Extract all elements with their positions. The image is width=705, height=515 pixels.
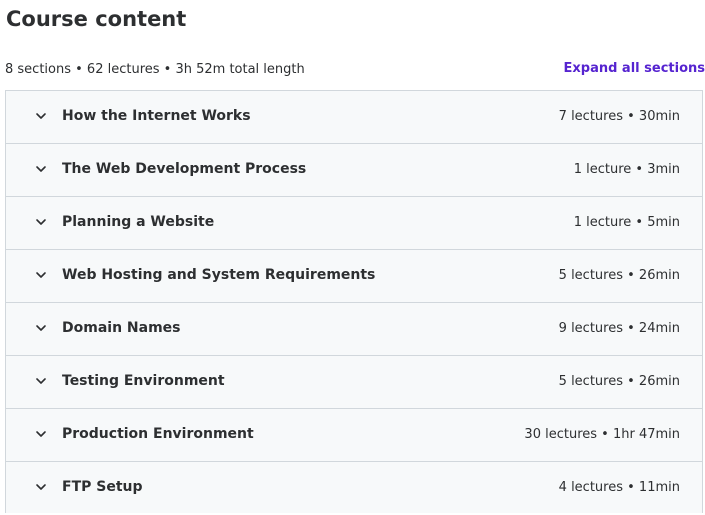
section-title: Planning a Website <box>62 214 215 230</box>
section-title: How the Internet Works <box>62 108 251 124</box>
chevron-down-icon <box>34 215 48 229</box>
section-title: Testing Environment <box>62 373 225 389</box>
page-title: Course content <box>6 7 187 31</box>
section-meta: 30 lectures • 1hr 47min <box>524 427 680 442</box>
chevron-down-icon <box>34 109 48 123</box>
section-meta: 7 lectures • 30min <box>558 109 680 124</box>
section-title: Production Environment <box>62 426 254 442</box>
section-item[interactable]: Web Hosting and System Requirements 5 le… <box>6 250 702 303</box>
chevron-down-icon <box>34 321 48 335</box>
section-item[interactable]: The Web Development Process 1 lecture • … <box>6 144 702 197</box>
chevron-down-icon <box>34 162 48 176</box>
section-meta: 5 lectures • 26min <box>558 374 680 389</box>
section-item[interactable]: Production Environment 30 lectures • 1hr… <box>6 409 702 462</box>
section-meta: 4 lectures • 11min <box>558 480 680 495</box>
section-list: How the Internet Works 7 lectures • 30mi… <box>5 90 703 513</box>
section-title: Domain Names <box>62 320 181 336</box>
section-meta: 5 lectures • 26min <box>558 268 680 283</box>
course-summary: 8 sections • 62 lectures • 3h 52m total … <box>5 62 305 77</box>
section-title: Web Hosting and System Requirements <box>62 267 376 283</box>
section-meta: 9 lectures • 24min <box>558 321 680 336</box>
section-meta: 1 lecture • 5min <box>573 215 680 230</box>
chevron-down-icon <box>34 268 48 282</box>
section-meta: 1 lecture • 3min <box>573 162 680 177</box>
course-summary-row: 8 sections • 62 lectures • 3h 52m total … <box>5 60 705 80</box>
section-item[interactable]: Planning a Website 1 lecture • 5min <box>6 197 702 250</box>
section-title: FTP Setup <box>62 479 143 495</box>
section-item[interactable]: FTP Setup 4 lectures • 11min <box>6 462 702 513</box>
expand-all-sections-button[interactable]: Expand all sections <box>564 60 705 78</box>
chevron-down-icon <box>34 374 48 388</box>
course-content-panel: Course content 8 sections • 62 lectures … <box>0 0 705 515</box>
section-title: The Web Development Process <box>62 161 307 177</box>
chevron-down-icon <box>34 427 48 441</box>
chevron-down-icon <box>34 480 48 494</box>
section-item[interactable]: Domain Names 9 lectures • 24min <box>6 303 702 356</box>
section-item[interactable]: How the Internet Works 7 lectures • 30mi… <box>6 91 702 144</box>
section-item[interactable]: Testing Environment 5 lectures • 26min <box>6 356 702 409</box>
